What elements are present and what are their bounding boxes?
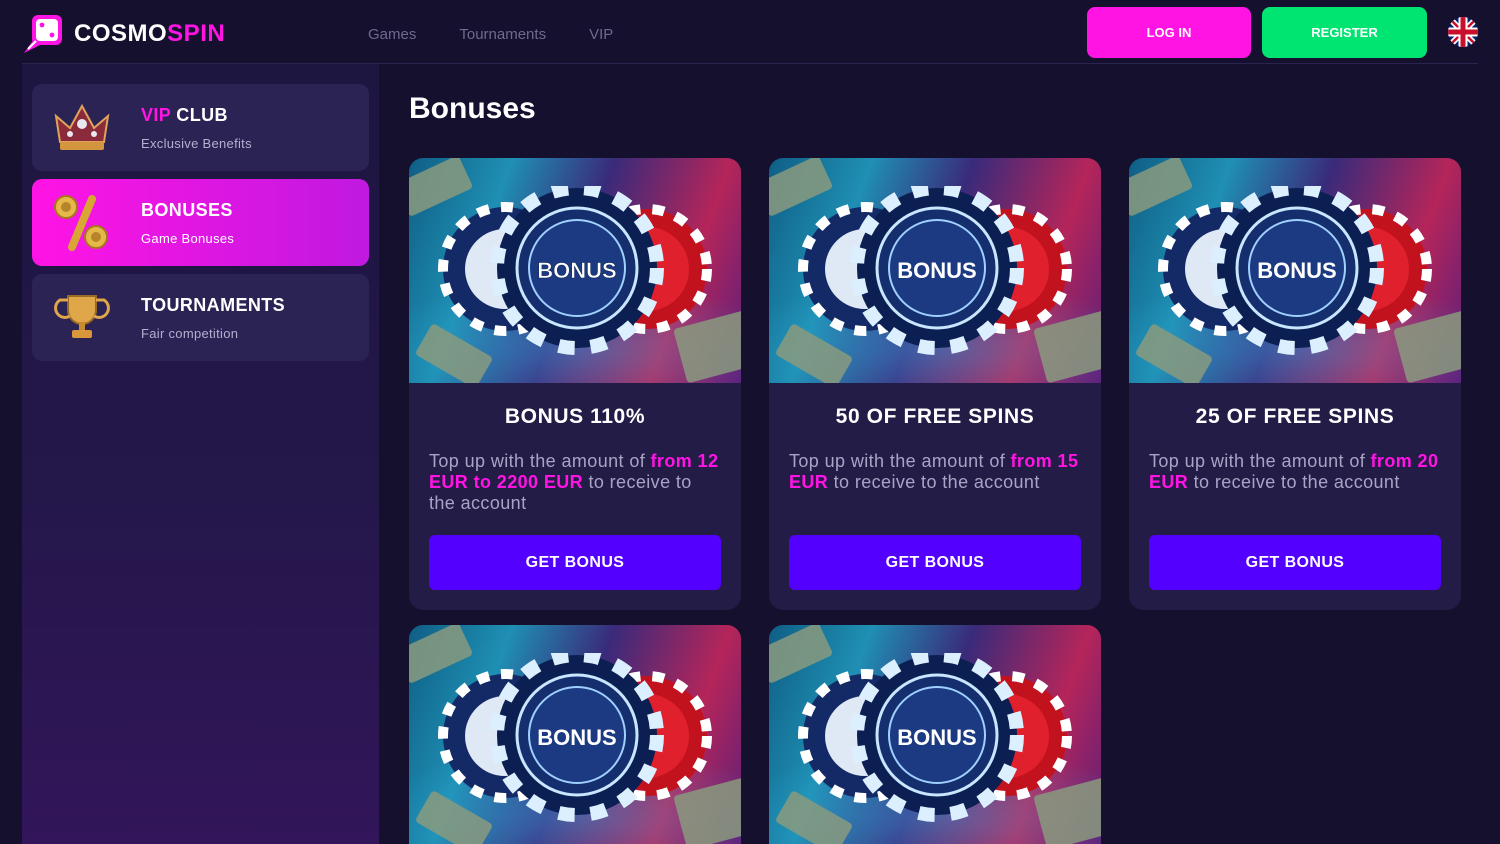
nav-tournaments[interactable]: Tournaments	[459, 26, 546, 43]
nav-games[interactable]: Games	[368, 26, 416, 43]
get-bonus-button[interactable]: GET BONUS	[429, 535, 721, 590]
crown-icon	[52, 98, 112, 158]
sidebar-item-title: BONUSES	[141, 199, 233, 220]
bonus-banner-image: BONUS	[769, 625, 1101, 844]
bonus-banner-image: BONUS	[409, 625, 741, 844]
sidebar-item-subtitle: Fair competition	[141, 325, 239, 341]
bonus-card: BONUS 25 OF FREE SPINS Top up with the a…	[1129, 158, 1461, 610]
get-bonus-button[interactable]: GET BONUS	[1149, 535, 1441, 590]
chip-label: BONUS	[537, 258, 616, 283]
bonus-banner-image: BONUS	[409, 158, 741, 383]
sidebar-item-title: VIP CLUB	[141, 105, 252, 126]
vip-accent: VIP	[141, 104, 171, 125]
brand-name-part2: SPIN	[167, 20, 226, 47]
sidebar-item-subtitle: Exclusive Benefits	[141, 135, 252, 151]
poker-chips-icon: BONUS	[1158, 186, 1432, 355]
sidebar-item-tournaments[interactable]: TOURNAMENTS Fair competition	[32, 274, 369, 361]
poker-chips-icon: BONUS	[798, 186, 1072, 355]
nav-vip[interactable]: VIP	[589, 26, 613, 43]
get-bonus-button[interactable]: GET BONUS	[789, 535, 1081, 590]
brand-name: COSMOSPIN	[74, 20, 225, 48]
chip-label: BONUS	[1257, 258, 1336, 283]
club-text: CLUB	[170, 104, 228, 125]
rocket-dice-icon	[22, 13, 64, 55]
trophy-icon	[52, 288, 112, 348]
page-title: Bonuses	[409, 92, 536, 125]
poker-chips-icon: BONUS	[438, 653, 712, 822]
main-nav: Games Tournaments VIP	[368, 26, 613, 43]
bonus-card: BONUS 50 OF FREE SPINS Top up with the a…	[769, 158, 1101, 610]
sidebar: VIP CLUB Exclusive Benefits BONUSES Game…	[22, 64, 379, 844]
header: COSMOSPIN Games Tournaments VIP LOG IN R…	[0, 0, 1500, 64]
bonus-card-description: Top up with the amount of from 12 EUR to…	[429, 451, 719, 513]
bonus-card-title: BONUS 110%	[504, 405, 646, 428]
logo[interactable]: COSMOSPIN	[22, 13, 225, 55]
brand-name-part1: COSMO	[74, 20, 168, 47]
chip-label: BONUS	[897, 258, 976, 283]
bonus-banner-image: BONUS	[1129, 158, 1461, 383]
bonus-card: BONUS	[769, 625, 1101, 844]
chip-label: BONUS	[897, 725, 976, 750]
sidebar-item-subtitle: Game Bonuses	[141, 230, 235, 246]
percent-coins-icon	[52, 193, 112, 253]
login-button[interactable]: LOG IN	[1087, 7, 1251, 58]
poker-chips-icon: BONUS	[798, 653, 1072, 822]
register-button[interactable]: REGISTER	[1262, 7, 1427, 58]
bonus-card-title: 50 OF FREE SPINS	[835, 405, 1035, 428]
bonus-card-description: Top up with the amount of from 20 EUR to…	[1149, 451, 1439, 492]
chip-label: BONUS	[537, 725, 616, 750]
sidebar-item-bonuses[interactable]: BONUSES Game Bonuses	[32, 179, 369, 266]
bonus-banner-image: BONUS	[769, 158, 1101, 383]
uk-flag-icon[interactable]	[1448, 17, 1478, 47]
bonus-card: BONUS BONUS 110% Top up with the amount …	[409, 158, 741, 610]
sidebar-item-title: TOURNAMENTS	[141, 294, 286, 315]
sidebar-item-vip-club[interactable]: VIP CLUB Exclusive Benefits	[32, 84, 369, 171]
bonus-card-description: Top up with the amount of from 15 EUR to…	[789, 451, 1079, 492]
bonus-card-title: 25 OF FREE SPINS	[1195, 405, 1395, 428]
poker-chips-icon: BONUS	[438, 186, 712, 355]
bonus-card: BONUS	[409, 625, 741, 844]
